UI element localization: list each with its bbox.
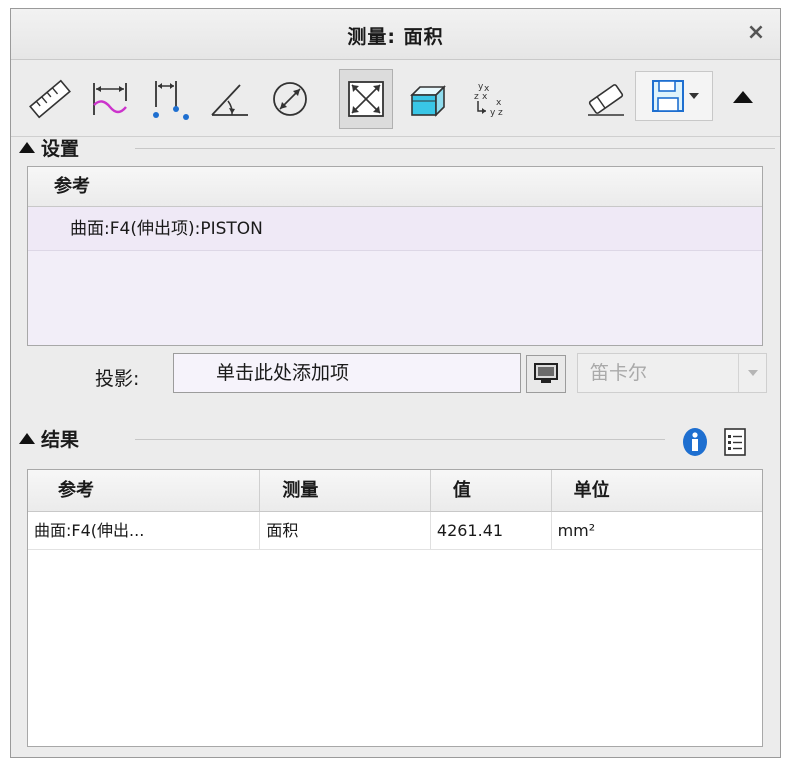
- results-section-label: 结果: [41, 428, 80, 451]
- section-divider: [135, 148, 775, 149]
- cell-measure: 面积: [260, 512, 431, 549]
- reference-item[interactable]: 曲面:F4(伸出项):PISTON: [28, 207, 762, 251]
- results-table-header: 参考 测量 值 单位: [28, 470, 762, 512]
- column-header-value[interactable]: 值: [431, 470, 552, 511]
- coordinate-system-select[interactable]: 笛卡尔: [577, 353, 767, 393]
- cell-unit: mm²: [557, 521, 596, 540]
- eraser-button[interactable]: [579, 69, 633, 129]
- svg-text:y: y: [490, 108, 496, 118]
- measure-toolbar: y x z x x y z: [11, 61, 780, 137]
- svg-text:z: z: [498, 108, 503, 118]
- info-icon[interactable]: [681, 427, 709, 457]
- transform-tool-button[interactable]: y x z x x y z: [463, 69, 517, 129]
- diameter-icon: [273, 82, 307, 116]
- span-tool-button[interactable]: [143, 69, 197, 129]
- collapse-triangle-icon: [733, 91, 753, 103]
- reference-list[interactable]: 参考 曲面:F4(伸出项):PISTON: [27, 166, 763, 346]
- cell-reference: 曲面:F4(伸出...: [28, 512, 261, 549]
- save-icon: [652, 80, 684, 112]
- results-section-toggle[interactable]: 结果: [19, 424, 79, 452]
- cell-value: 4261.41: [431, 512, 552, 549]
- projection-collector[interactable]: 单击此处添加项: [173, 353, 521, 393]
- save-button[interactable]: [635, 71, 713, 121]
- area-icon: [348, 81, 384, 117]
- chevron-down-icon: [689, 93, 699, 99]
- section-divider: [135, 439, 665, 440]
- length-tool-button[interactable]: [23, 69, 77, 129]
- chevron-down-icon: [738, 354, 766, 392]
- column-header-reference[interactable]: 参考: [28, 470, 261, 511]
- coordinate-system-value: 笛卡尔: [590, 362, 648, 384]
- span-icon: [153, 81, 189, 120]
- collapse-toolbar-button[interactable]: [723, 75, 763, 119]
- triangle-up-icon: [19, 141, 35, 153]
- angle-icon: [211, 84, 248, 116]
- monitor-icon: [534, 363, 558, 383]
- projection-view-button[interactable]: [526, 355, 566, 393]
- results-actions: [681, 425, 747, 459]
- column-header-measure[interactable]: 测量: [260, 470, 431, 511]
- title-bar: 测量: 面积 ×: [11, 9, 780, 60]
- angle-tool-button[interactable]: [203, 69, 257, 129]
- setup-section-label: 设置: [41, 137, 80, 160]
- table-row[interactable]: 曲面:F4(伸出... 面积 4261.41 mm²: [28, 512, 762, 550]
- results-table: 参考 测量 值 单位 曲面:F4(伸出... 面积 4261.41 mm²: [27, 469, 763, 747]
- details-list-icon[interactable]: [723, 427, 747, 457]
- reference-header: 参考: [28, 167, 762, 207]
- transform-icon: y x z x x y z: [474, 82, 503, 118]
- setup-section-toggle[interactable]: 设置: [19, 133, 79, 161]
- svg-text:z: z: [474, 92, 479, 102]
- projection-label: 投影:: [95, 368, 140, 390]
- svg-text:x: x: [482, 92, 488, 102]
- close-icon[interactable]: ×: [744, 21, 768, 45]
- volume-tool-button[interactable]: [401, 69, 455, 129]
- svg-text:x: x: [496, 98, 502, 108]
- distance-icon: [93, 83, 127, 115]
- area-tool-button[interactable]: [339, 69, 393, 129]
- length-icon: [29, 79, 71, 119]
- eraser-icon: [588, 84, 624, 116]
- volume-icon: [410, 85, 446, 117]
- measure-dialog: 测量: 面积 × y x z x x y z 设置 参考 曲面:F4(伸出项):…: [10, 8, 781, 758]
- dialog-title: 测量: 面积: [347, 26, 444, 48]
- column-header-unit[interactable]: 单位: [552, 470, 762, 511]
- triangle-up-icon: [19, 432, 35, 444]
- distance-tool-button[interactable]: [83, 69, 137, 129]
- diameter-tool-button[interactable]: [263, 69, 317, 129]
